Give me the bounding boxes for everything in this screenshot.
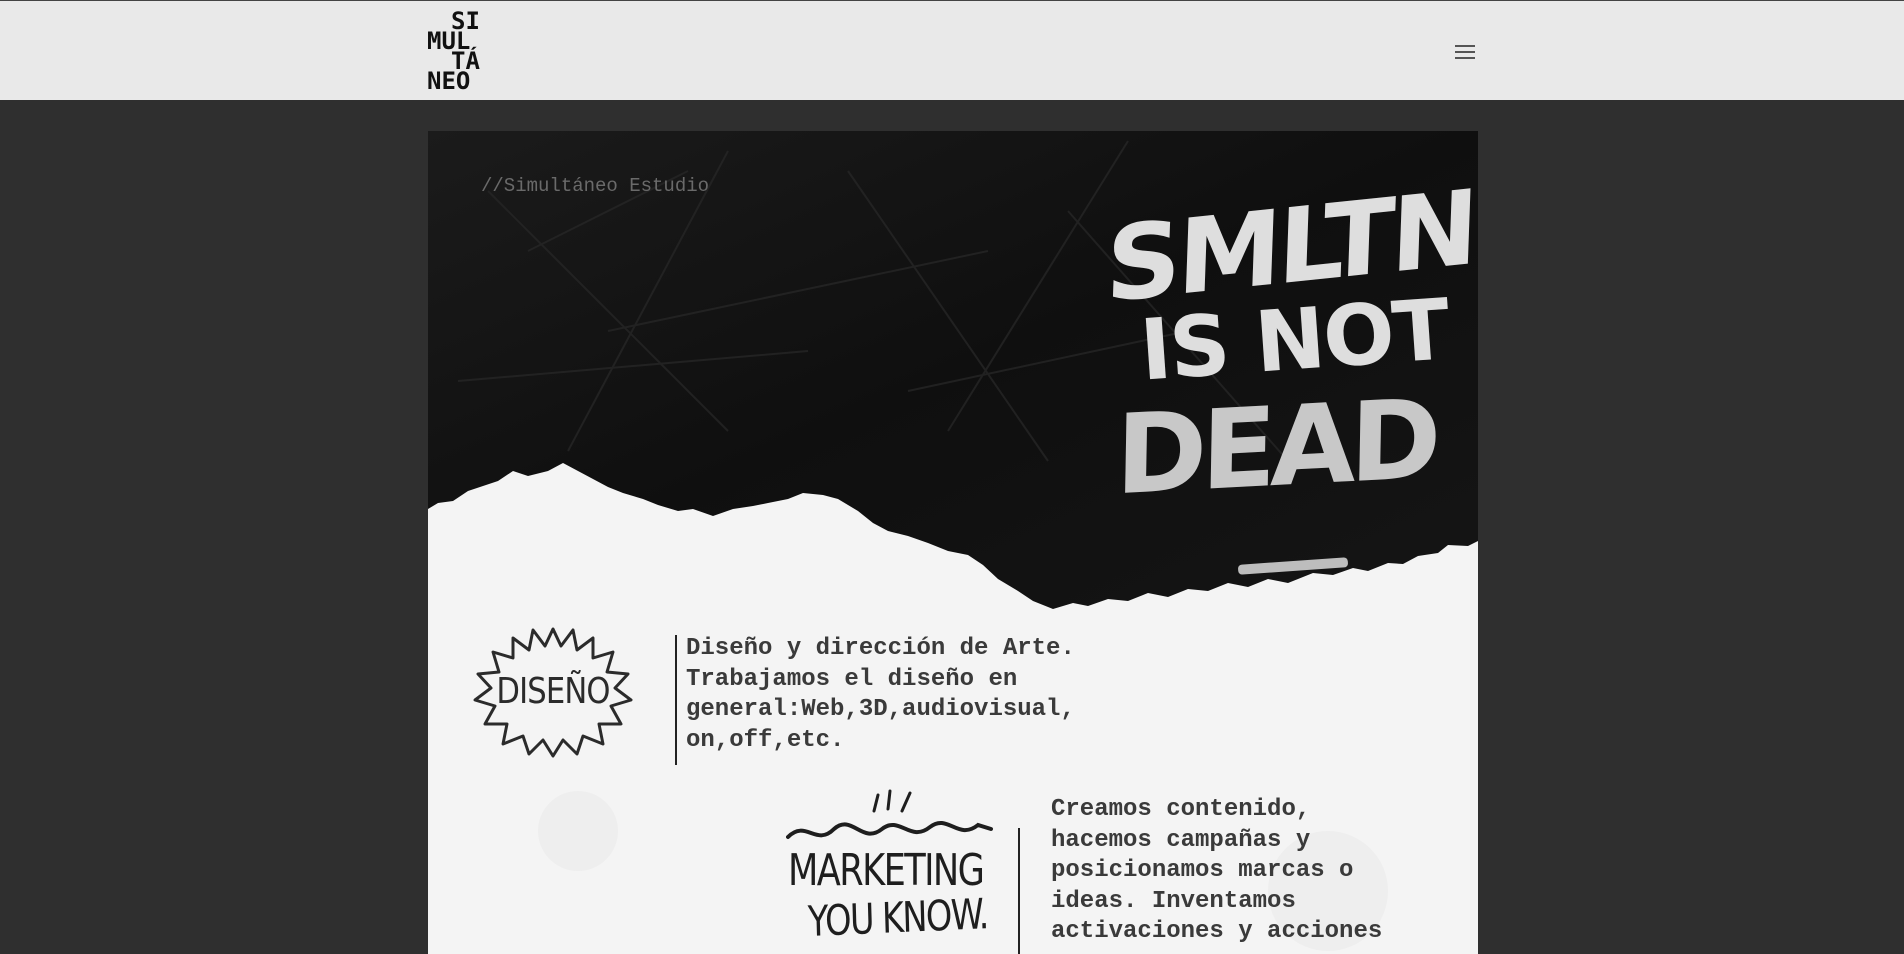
- scribble-icon: [786, 789, 993, 839]
- marketing-badge-line-1: MARKETING: [788, 845, 985, 896]
- diseno-badge: DISEÑO: [473, 624, 633, 758]
- marketing-badge-line-2: YOU KNOW.: [807, 889, 989, 946]
- graffiti-headline: SMLTNQ IS NOT DEAD: [1078, 151, 1478, 591]
- service-divider: [1018, 828, 1020, 954]
- diseno-description: Diseño y dirección de Arte. Trabajamos e…: [686, 635, 1075, 754]
- menu-bar: [1455, 45, 1475, 47]
- diseno-badge-label: DISEÑO: [496, 670, 610, 712]
- hamburger-menu-icon[interactable]: [1452, 41, 1478, 63]
- site-header: SI MUL TÁ NEO: [0, 0, 1904, 100]
- service-divider: [675, 635, 677, 765]
- menu-bar: [1455, 51, 1475, 53]
- graffiti-line-3: DEAD: [1114, 374, 1437, 520]
- graffiti-underline: [1237, 557, 1349, 575]
- logo-line-4: NEO: [427, 67, 471, 95]
- studio-tagline: //Simultáneo Estudio: [481, 175, 710, 197]
- marketing-description: Creamos contenido, hacemos campañas y po…: [1051, 796, 1383, 945]
- site-logo[interactable]: SI MUL TÁ NEO: [427, 9, 501, 95]
- marketing-badge: MARKETING YOU KNOW.: [786, 789, 1006, 954]
- menu-bar: [1455, 57, 1475, 59]
- hero-section: //Simultáneo Estudio SMLTNQ IS NOT DEAD …: [428, 131, 1478, 954]
